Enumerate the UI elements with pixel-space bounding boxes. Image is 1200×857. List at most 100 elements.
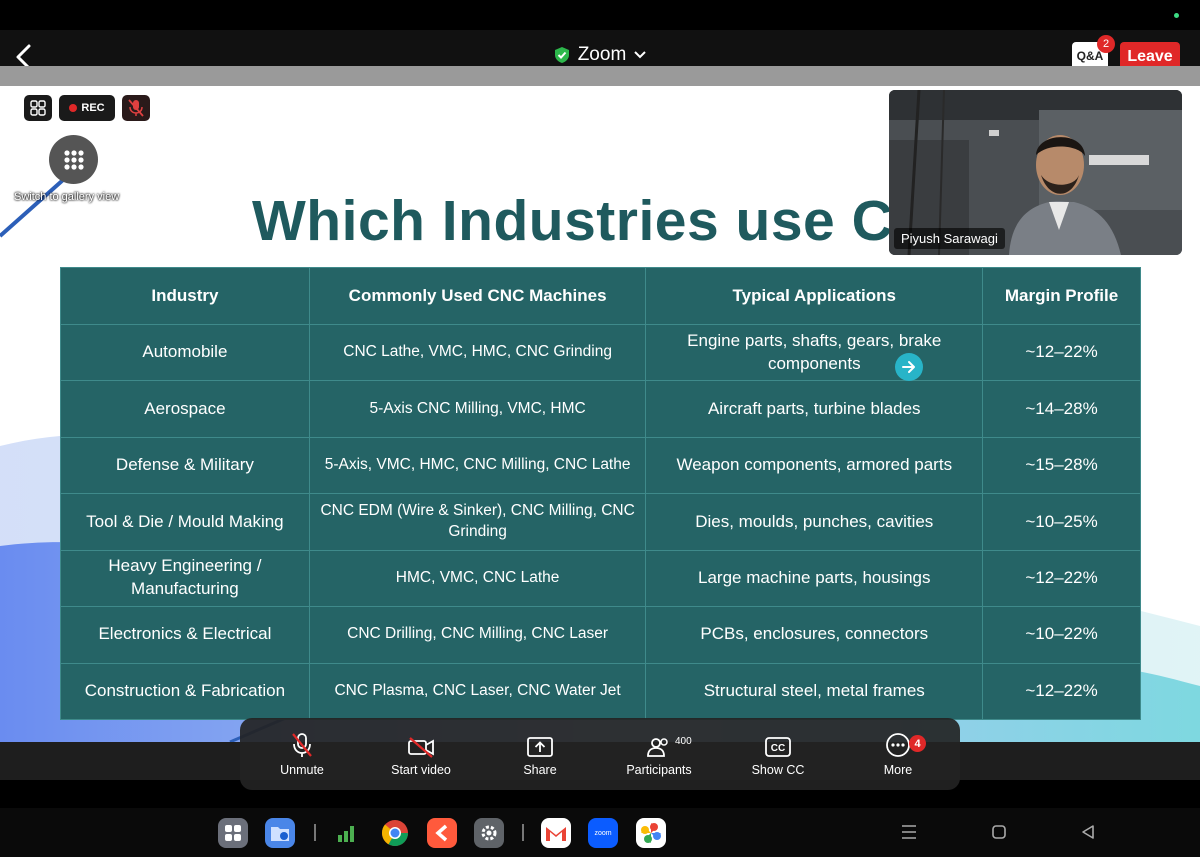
- menu-lines-icon: [902, 825, 916, 839]
- table-cell: ~12–22%: [982, 662, 1141, 721]
- table-cell: Heavy Engineering / Manufacturing: [60, 549, 310, 608]
- unmute-label: Unmute: [280, 763, 324, 777]
- table-row: Construction & Fabrication CNC Plasma, C…: [60, 662, 1141, 721]
- grid-dots-icon: [63, 149, 84, 170]
- participants-label: Participants: [626, 763, 692, 777]
- table-cell: Electronics & Electrical: [60, 606, 310, 664]
- files-app-icon[interactable]: [265, 818, 295, 848]
- recents-nav-button[interactable]: [900, 824, 918, 845]
- table-header-cell: Commonly Used CNC Machines: [308, 267, 647, 325]
- chevron-down-icon: [634, 51, 646, 59]
- signal-chart-app-icon[interactable]: [332, 818, 362, 848]
- screen: Zoom Q&A 2 Leave Which Industries use CI…: [0, 0, 1200, 857]
- table-cell: 5-Axis CNC Milling, VMC, HMC: [308, 380, 647, 438]
- table-cell: ~10–22%: [982, 606, 1141, 664]
- table-cell: Aerospace: [60, 380, 310, 438]
- table-cell: Defense & Military: [60, 436, 310, 495]
- video-off-icon: [408, 737, 434, 758]
- chrome-app-icon[interactable]: [380, 818, 410, 848]
- table-cell: Structural steel, metal frames: [645, 662, 984, 721]
- table-row: Aerospace 5-Axis CNC Milling, VMC, HMC A…: [60, 380, 1141, 438]
- start-video-button[interactable]: Start video: [371, 718, 471, 790]
- unmute-button[interactable]: Unmute: [252, 718, 352, 790]
- table-cell: Aircraft parts, turbine blades: [645, 380, 984, 438]
- industries-table: Industry Commonly Used CNC Machines Typi…: [60, 267, 1141, 721]
- status-indicator-dot: [1174, 13, 1179, 18]
- qa-badge: 2: [1097, 35, 1115, 53]
- table-cell: CNC EDM (Wire & Sinker), CNC Milling, CN…: [308, 493, 647, 551]
- table-cell: Large machine parts, housings: [645, 549, 984, 608]
- shield-check-icon: [554, 47, 569, 63]
- table-header-cell: Margin Profile: [982, 267, 1141, 325]
- gmail-app-icon[interactable]: [541, 818, 571, 848]
- share-label: Share: [523, 763, 557, 777]
- meeting-title: Zoom: [577, 44, 627, 65]
- app-drawer-icon[interactable]: [218, 818, 248, 848]
- dock-separator: [314, 824, 316, 841]
- triangle-back-icon: [1082, 825, 1094, 839]
- view-grid-button[interactable]: [24, 95, 52, 121]
- table-cell: Engine parts, shafts, gears, brake compo…: [645, 323, 984, 382]
- start-video-label: Start video: [391, 763, 451, 777]
- svg-text:CC: CC: [771, 743, 785, 754]
- mic-off-icon: [128, 99, 144, 117]
- table-cell: ~12–22%: [982, 323, 1141, 382]
- table-header-cell: Typical Applications: [645, 267, 984, 325]
- photos-app-icon[interactable]: [636, 818, 666, 848]
- mic-muted-icon: [292, 733, 312, 757]
- dock-separator: [522, 824, 524, 841]
- table-cell: CNC Drilling, CNC Milling, CNC Laser: [308, 606, 647, 664]
- participants-count: 400: [675, 736, 692, 747]
- table-cell: 5-Axis, VMC, HMC, CNC Milling, CNC Lathe: [308, 436, 647, 495]
- table-cell: ~12–22%: [982, 549, 1141, 608]
- table-cell: CNC Plasma, CNC Laser, CNC Water Jet: [308, 662, 647, 721]
- show-cc-button[interactable]: CC Show CC: [728, 718, 828, 790]
- table-row: Tool & Die / Mould Making CNC EDM (Wire …: [60, 493, 1141, 551]
- table-cell: Construction & Fabrication: [60, 662, 310, 721]
- kinemaster-app-icon[interactable]: [427, 818, 457, 848]
- pointer-arrow-icon: [895, 353, 923, 381]
- table-header-cell: Industry: [60, 267, 310, 325]
- table-row: Automobile CNC Lathe, VMC, HMC, CNC Grin…: [60, 323, 1141, 382]
- table-cell: CNC Lathe, VMC, HMC, CNC Grinding: [308, 323, 647, 382]
- more-badge: 4: [909, 735, 926, 752]
- more-label: More: [883, 763, 913, 777]
- table-cell: ~10–25%: [982, 493, 1141, 551]
- table-cell: Weapon components, armored parts: [645, 436, 984, 495]
- back-nav-button[interactable]: [1080, 824, 1096, 845]
- table-row: Defense & Military 5-Axis, VMC, HMC, CNC…: [60, 436, 1141, 495]
- table-row: Electronics & Electrical CNC Drilling, C…: [60, 606, 1141, 664]
- rec-label: REC: [81, 102, 105, 114]
- more-dots-icon: [886, 733, 910, 757]
- share-button[interactable]: Share: [490, 718, 590, 790]
- participant-name-tag: Piyush Sarawagi: [894, 228, 1005, 249]
- host-muted-indicator[interactable]: [122, 95, 150, 121]
- closed-caption-icon: CC: [765, 737, 791, 757]
- square-home-icon: [992, 825, 1006, 839]
- grid-icon: [30, 100, 46, 116]
- meeting-title-dropdown[interactable]: Zoom: [0, 44, 1200, 66]
- share-screen-icon: [527, 737, 553, 757]
- system-navbar: zoom: [0, 808, 1200, 857]
- meeting-control-bar: Unmute Start video Share Participants 40…: [240, 718, 960, 790]
- zoom-app-icon[interactable]: zoom: [588, 818, 618, 848]
- participant-video-tile[interactable]: Piyush Sarawagi: [889, 90, 1182, 255]
- zoom-app-label: zoom: [594, 829, 612, 837]
- table-cell: Automobile: [60, 323, 310, 382]
- recording-indicator[interactable]: REC: [59, 95, 115, 121]
- participants-button[interactable]: Participants 400: [609, 718, 709, 790]
- home-nav-button[interactable]: [991, 824, 1007, 845]
- participants-icon: [647, 738, 668, 757]
- more-button[interactable]: More 4: [848, 718, 948, 790]
- table-cell: ~15–28%: [982, 436, 1141, 495]
- table-header-row: Industry Commonly Used CNC Machines Typi…: [60, 267, 1141, 325]
- table-cell: Tool & Die / Mould Making: [60, 493, 310, 551]
- table-cell: HMC, VMC, CNC Lathe: [308, 549, 647, 608]
- table-cell: Dies, moulds, punches, cavities: [645, 493, 984, 551]
- table-row: Heavy Engineering / Manufacturing HMC, V…: [60, 549, 1141, 608]
- slide-title: Which Industries use CI: [252, 189, 910, 253]
- gallery-view-button[interactable]: [49, 135, 98, 184]
- record-dot-icon: [69, 104, 78, 112]
- settings-app-icon[interactable]: [474, 818, 504, 848]
- show-cc-label: Show CC: [751, 763, 805, 777]
